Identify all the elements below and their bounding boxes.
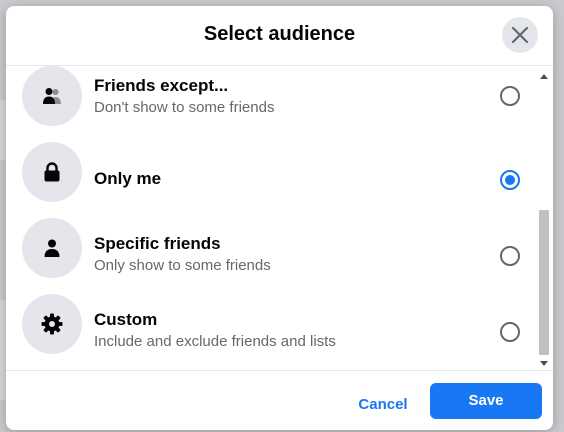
close-button[interactable] — [502, 17, 538, 53]
close-icon — [511, 26, 529, 44]
options-scrollbar[interactable] — [537, 68, 550, 368]
option-label: Friends except... — [94, 76, 229, 95]
dialog-title: Select audience — [203, 23, 356, 45]
scroll-up-arrow-icon[interactable] — [540, 74, 548, 79]
person-icon — [44, 239, 60, 257]
option-description: Don't show to some friends — [94, 99, 275, 116]
save-button[interactable]: Save — [430, 383, 542, 419]
option-custom[interactable]: Custom Include and exclude friends and l… — [6, 294, 536, 370]
select-audience-dialog: Select audience Friends except... Don't … — [6, 6, 553, 430]
option-description: Only show to some friends — [94, 257, 271, 274]
option-friends-except[interactable]: Friends except... Don't show to some fri… — [6, 66, 536, 142]
option-specific-friends[interactable]: Specific friends Only show to some frien… — [6, 218, 536, 294]
dialog-footer: Cancel Save — [6, 370, 553, 430]
radio-custom[interactable] — [500, 322, 520, 342]
radio-specific-friends[interactable] — [500, 246, 520, 266]
option-description: Include and exclude friends and lists — [94, 333, 336, 350]
option-label: Custom — [94, 310, 158, 329]
scrollbar-thumb[interactable] — [539, 210, 549, 355]
option-icon-box — [22, 66, 82, 126]
dialog-header: Select audience — [6, 6, 553, 66]
option-icon-box — [22, 294, 82, 354]
friends-except-icon — [43, 88, 61, 104]
option-label: Only me — [94, 169, 162, 188]
cancel-button[interactable]: Cancel — [348, 387, 418, 423]
radio-only-me[interactable] — [500, 170, 520, 190]
gear-icon — [41, 313, 63, 335]
audience-options-list: Friends except... Don't show to some fri… — [6, 66, 553, 370]
option-icon-box — [22, 218, 82, 278]
scroll-down-arrow-icon[interactable] — [540, 361, 548, 366]
option-icon-box — [22, 142, 82, 202]
option-label: Specific friends — [94, 234, 221, 253]
radio-friends-except[interactable] — [500, 86, 520, 106]
lock-icon — [44, 162, 60, 182]
option-only-me[interactable]: Only me — [6, 142, 536, 218]
